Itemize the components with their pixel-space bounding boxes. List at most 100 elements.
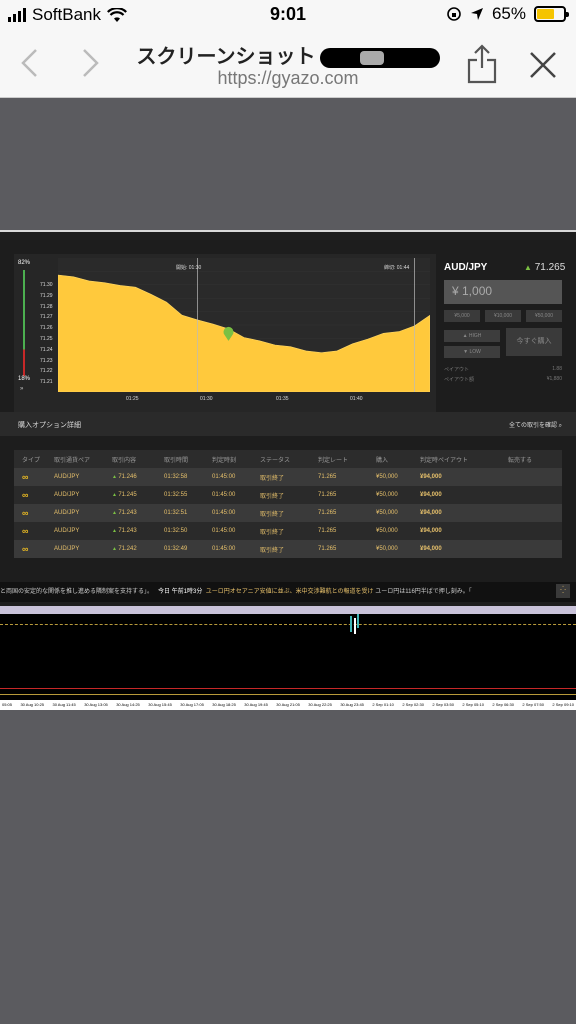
time-axis-label: 30 Aug 14:25 xyxy=(116,702,140,707)
amount-input[interactable]: ¥ 1,000 xyxy=(444,280,562,304)
cell-judge-rate: 71.265 xyxy=(318,546,337,552)
table-row: ∞ AUD/JPY ▲ 71.243 01:32:51 01:45:00 取引終了 71.2… xyxy=(14,504,562,522)
cell-rate: ▲ 71.243 xyxy=(112,510,137,516)
cell-time: 01:32:55 xyxy=(164,492,188,498)
cell-pair: AUD/JPY xyxy=(54,510,80,516)
lower-chart: 05:05 30 Aug 10:25 30 Aug 11:45 30 Aug 13:0… xyxy=(0,606,576,710)
x-tick-label: 01:40 xyxy=(350,396,363,402)
price-area xyxy=(58,274,430,392)
trading-screenshot: 82% 18% » 71.30 71.29 71.28 71.27 71.26 71.25… xyxy=(0,230,576,710)
candle xyxy=(357,614,359,628)
pair-rate: ▲ 71.265 xyxy=(524,262,566,273)
column-header: 判定時ペイアウト xyxy=(420,457,469,464)
ticker-time: 今日 午前1時3分 xyxy=(158,589,203,595)
time-axis-label: 30 Aug 23:45 xyxy=(340,702,364,707)
type-icon: ∞ xyxy=(14,472,54,482)
y-tick-label: 71.28 xyxy=(40,303,53,310)
cell-judge-time: 01:45:00 xyxy=(212,510,236,516)
share-icon[interactable] xyxy=(466,44,498,84)
time-axis-label: 05:05 xyxy=(2,702,13,707)
news-ticker[interactable]: と両国の安定的な関係を推し進める隣制案を支持する」。 今日 午前1時3分 ユーロ… xyxy=(0,582,576,602)
cell-status: 取引終了 xyxy=(260,529,285,536)
rotation-lock-icon xyxy=(447,7,461,21)
time-axis-label: 30 Aug 13:05 xyxy=(84,702,108,707)
column-header: 判定レート xyxy=(318,457,349,464)
binary-option-icon: ∞ xyxy=(22,526,29,536)
quick-amount-button[interactable]: ¥10,000 xyxy=(485,310,521,322)
cell-buy: ¥50,000 xyxy=(376,546,398,552)
column-header: ステータス xyxy=(260,457,291,464)
time-axis-label: 30 Aug 17:05 xyxy=(180,702,204,707)
cell-payout: ¥94,000 xyxy=(420,528,442,534)
quick-amount-button[interactable]: ¥5,000 xyxy=(444,310,480,322)
cell-status: 取引終了 xyxy=(260,493,285,500)
y-tick-label: 71.23 xyxy=(40,357,53,364)
cell-status: 取引終了 xyxy=(260,475,285,482)
y-tick-label: 71.30 xyxy=(40,282,53,288)
y-tick-label: 71.26 xyxy=(40,325,53,332)
time-axis-label: 30 Aug 18:25 xyxy=(212,702,236,707)
x-tick-label: 01:25 xyxy=(126,396,139,402)
cell-status: 取引終了 xyxy=(260,511,285,518)
cell-payout: ¥94,000 xyxy=(420,510,442,516)
cell-rate: ▲ 71.246 xyxy=(112,474,137,480)
ticker-menu-icon[interactable]: ⁛ xyxy=(556,584,570,598)
close-icon[interactable] xyxy=(528,50,558,80)
location-icon xyxy=(470,8,483,20)
redacted-text xyxy=(319,47,440,68)
cell-rate: ▲ 71.242 xyxy=(112,546,137,552)
time-axis-label: 30 Aug 21:05 xyxy=(276,702,300,707)
gauge-arrow-icon: » xyxy=(20,386,24,392)
detail-header-bar xyxy=(0,412,576,436)
price-level-line xyxy=(0,624,576,625)
battery-percent: 65% xyxy=(491,4,526,23)
time-axis-label: 2 Sep 06:30 xyxy=(492,702,514,707)
sentiment-gauge xyxy=(23,270,25,376)
column-header: 判定時刻 xyxy=(212,457,237,464)
column-header: 取引通貨ペア xyxy=(54,457,91,464)
ticker-text-2: ユーロ円は116円半ばで押し刻み。「 xyxy=(375,589,472,595)
end-time-label: 締切: 01:44 xyxy=(384,265,410,271)
high-button[interactable]: ▲ HIGH xyxy=(444,330,500,342)
pair-name: AUD/JPY xyxy=(444,262,488,273)
time-axis-label: 2 Sep 02:30 xyxy=(402,702,424,707)
cell-judge-time: 01:45:00 xyxy=(212,492,236,498)
cell-rate: ▲ 71.243 xyxy=(112,528,137,534)
cell-judge-rate: 71.265 xyxy=(318,474,337,480)
detail-title: 購入オプション詳細 xyxy=(18,422,81,429)
buy-now-button[interactable]: 今すぐ購入 xyxy=(506,328,562,356)
time-axis-label: 2 Sep 05:10 xyxy=(462,702,484,707)
type-icon: ∞ xyxy=(14,490,54,500)
cell-judge-time: 01:45:00 xyxy=(212,528,236,534)
candle xyxy=(350,616,352,632)
ticker-headline: ユーロ円オセアニア安値に並ぶ、米中交渉難航との報道を受け xyxy=(205,589,374,595)
cell-pair: AUD/JPY xyxy=(54,474,80,480)
cell-pair: AUD/JPY xyxy=(54,546,80,552)
y-tick-label: 71.25 xyxy=(40,336,53,342)
type-icon: ∞ xyxy=(14,526,54,536)
cell-status: 取引終了 xyxy=(260,547,285,554)
cell-judge-rate: 71.265 xyxy=(318,528,337,534)
column-header: 取引内容 xyxy=(112,457,137,464)
y-tick-label: 71.29 xyxy=(40,292,53,299)
y-tick-label: 71.21 xyxy=(40,379,53,386)
trade-table: タイプ 取引通貨ペア 取引内容 取引時間 判定時刻 ステータス 判定レート 購入… xyxy=(14,450,562,558)
cell-rate: ▲ 71.245 xyxy=(112,492,137,498)
cell-pair: AUD/JPY xyxy=(54,528,80,534)
table-row: ∞ AUD/JPY ▲ 71.246 01:32:58 01:45:00 取引終了 71.2… xyxy=(14,468,562,486)
cell-buy: ¥50,000 xyxy=(376,474,398,480)
start-time-label: 開始: 01:30 xyxy=(176,265,202,271)
view-all-trades-link[interactable]: 全ての取引を確認 ⌕ xyxy=(509,420,562,430)
cell-judge-time: 01:45:00 xyxy=(212,546,236,552)
cell-time: 01:32:51 xyxy=(164,510,188,516)
cell-buy: ¥50,000 xyxy=(376,510,398,516)
time-axis-label: 30 Aug 11:45 xyxy=(52,702,76,707)
cell-payout: ¥94,000 xyxy=(420,474,442,480)
x-tick-label: 01:35 xyxy=(276,396,289,402)
cell-judge-rate: 71.265 xyxy=(318,492,337,498)
quick-amount-button[interactable]: ¥50,000 xyxy=(526,310,562,322)
time-axis-label: 30 Aug 19:45 xyxy=(244,702,268,707)
cell-payout: ¥94,000 xyxy=(420,546,442,552)
low-button[interactable]: ▼ LOW xyxy=(444,346,500,358)
type-icon: ∞ xyxy=(14,544,54,554)
